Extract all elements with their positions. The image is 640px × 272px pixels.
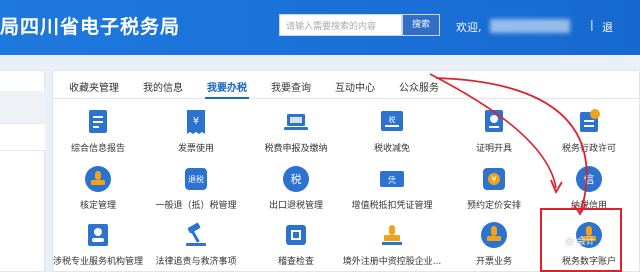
tile-label: 综合信息报告 [70, 144, 125, 154]
tile-label: 税务行政许可 [561, 144, 616, 154]
tab-query[interactable]: 我要查询 [271, 79, 311, 94]
watermark: @ 会计 [565, 237, 595, 247]
invoicing-stamp-icon [481, 222, 507, 248]
tab-tax-handling[interactable]: 我要办税 [207, 79, 247, 94]
tile-overseas-enterprise[interactable]: 境外注册中资控股企业... [343, 221, 441, 271]
tile-agency-management[interactable]: 涉税专业服务机构管理 [53, 221, 143, 271]
tile-refund[interactable]: 退税 一般退（抵）税管理 [155, 165, 237, 215]
enterprise-stamp-icon [382, 225, 402, 245]
stamp-icon [85, 166, 111, 192]
tile-certificate[interactable]: 证明开具 [454, 108, 534, 158]
search-input[interactable]: 请输入需要搜索的内容 [279, 14, 402, 36]
logout-link[interactable]: 退 [602, 19, 613, 35]
tax-glyph: 税 [389, 115, 396, 124]
tile-audit-inspection[interactable]: 稽查检查 [256, 221, 336, 271]
tile-info-report[interactable]: 综合信息报告 [58, 108, 138, 158]
tab-my-info[interactable]: 我的信息 [143, 79, 183, 94]
tile-label: 涉税专业服务机构管理 [52, 257, 143, 267]
tile-vat-deduction[interactable]: 凭 增值税抵扣凭证管理 [351, 165, 433, 215]
tile-label: 出口退税管理 [268, 201, 323, 211]
tab-public-service[interactable]: 公众服务 [399, 79, 439, 94]
tile-invoice-use[interactable]: ¥ 发票使用 [156, 108, 236, 158]
tab-bar: 收藏夹管理 我的信息 我要办税 我要查询 互动中心 公众服务 [53, 71, 640, 99]
invoice-icon: ¥ [187, 110, 205, 134]
gavel-icon [186, 222, 206, 246]
header-bar: 局四川省电子税务局 请输入需要搜索的内容 搜索 欢迎, | 退 [0, 0, 640, 55]
search-button[interactable]: 搜索 [402, 14, 440, 36]
tax-badge-icon: 税 [283, 166, 309, 192]
refund-glyph: 退税 [188, 174, 204, 184]
tile-label: 核定管理 [79, 201, 116, 211]
tile-label: 税收减免 [373, 144, 410, 154]
tile-label: 开票业务 [475, 257, 512, 267]
tile-tax-reduction[interactable]: 税 税收减免 [352, 108, 432, 158]
tile-label: 增值税抵扣凭证管理 [351, 201, 433, 211]
yen-glyph: ¥ [491, 175, 496, 184]
tile-label: 稽查检查 [277, 257, 314, 267]
tile-label: 境外注册中资控股企业... [342, 257, 442, 267]
user-name-blurred [490, 19, 570, 33]
voucher-icon: 凭 [380, 171, 404, 187]
pricing-icon: ¥ [483, 168, 505, 190]
laptop-icon [284, 114, 308, 130]
credit-icon: 信 [576, 166, 602, 192]
tile-label: 一般退（抵）税管理 [155, 201, 237, 211]
tile-legal-remedy[interactable]: 法律追责与救济事项 [155, 221, 237, 271]
tile-tax-filing[interactable]: 税费申报及缴纳 [256, 108, 336, 158]
site-title: 局四川省电子税务局 [0, 16, 181, 38]
agency-icon [88, 224, 108, 246]
header-divider: | [590, 18, 594, 31]
left-panel [0, 70, 45, 272]
document-icon [89, 110, 107, 133]
tax-document-icon: 税 [381, 111, 403, 131]
welcome-text: 欢迎, [456, 21, 482, 34]
tile-label: 法律追责与救济事项 [155, 257, 237, 267]
left-panel-band [0, 91, 45, 123]
tile-assessment[interactable]: 核定管理 [58, 165, 138, 215]
tile-label: 预约定价安排 [466, 201, 521, 211]
tile-admin-license[interactable]: 税务行政许可 [549, 108, 629, 158]
certificate-icon [485, 110, 503, 132]
yen-glyph: ¥ [193, 116, 199, 127]
active-tab-underline [205, 97, 249, 99]
tile-export-refund[interactable]: 税 出口退税管理 [256, 165, 336, 215]
tile-label: 证明开具 [475, 144, 512, 154]
voucher-glyph: 凭 [388, 175, 396, 185]
credit-glyph: 信 [584, 173, 595, 186]
tile-label: 税费申报及缴纳 [264, 144, 328, 154]
left-panel-band [0, 123, 45, 151]
tile-invoicing[interactable]: 开票业务 [454, 221, 534, 271]
tile-label: 发票使用 [177, 144, 214, 154]
inspection-icon [286, 225, 306, 245]
license-icon [580, 109, 600, 132]
tile-pricing-arrangement[interactable]: ¥ 预约定价安排 [454, 165, 534, 215]
tax-badge-glyph: 税 [291, 172, 302, 186]
refund-icon: 退税 [185, 168, 207, 190]
tab-favorites[interactable]: 收藏夹管理 [69, 79, 119, 94]
tab-interaction[interactable]: 互动中心 [335, 79, 375, 94]
